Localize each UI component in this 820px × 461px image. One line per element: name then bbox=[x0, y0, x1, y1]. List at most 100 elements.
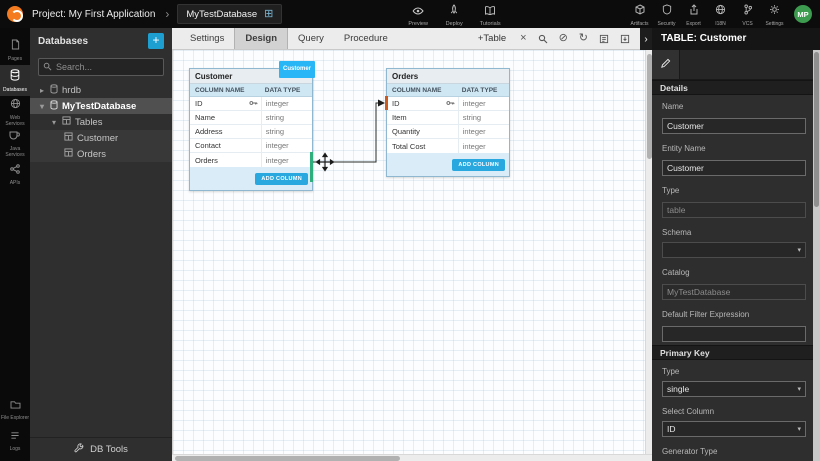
tree-item-label: Tables bbox=[75, 117, 102, 128]
name-field[interactable] bbox=[662, 118, 806, 134]
disable-icon[interactable]: ⊘ bbox=[559, 33, 568, 44]
caret-down-icon[interactable]: ▾ bbox=[38, 102, 46, 111]
tab-settings[interactable]: Settings bbox=[180, 28, 234, 49]
caret-down-icon[interactable]: ▾ bbox=[50, 118, 58, 127]
shield-icon bbox=[662, 2, 672, 20]
settings-button[interactable]: Settings bbox=[761, 2, 788, 27]
deploy-button[interactable]: Deploy bbox=[436, 2, 472, 27]
pk-type-label: Type bbox=[662, 367, 806, 377]
column-row-name[interactable]: Name string bbox=[190, 111, 312, 125]
gear-icon bbox=[769, 2, 780, 20]
user-avatar[interactable]: MP bbox=[794, 5, 812, 23]
add-column-button[interactable]: ADD COLUMN bbox=[452, 159, 505, 171]
chevron-down-icon: ▾ bbox=[797, 385, 801, 393]
table-card-header[interactable]: Orders bbox=[387, 69, 509, 84]
entity-name-label: Entity Name bbox=[662, 144, 806, 154]
pk-type-select[interactable]: single ▾ bbox=[662, 381, 806, 397]
tree-item-hrdb[interactable]: ▸ hrdb bbox=[30, 82, 172, 98]
table-card-customer[interactable]: Customer Customer COLUMN NAME DATA TYPE … bbox=[189, 68, 313, 191]
tab-design[interactable]: Design bbox=[234, 28, 288, 49]
table-card-orders[interactable]: Orders COLUMN NAME DATA TYPE ID integer … bbox=[386, 68, 510, 177]
column-row-item[interactable]: Item string bbox=[387, 111, 509, 125]
section-header-details: Details bbox=[652, 80, 820, 95]
export-label: Export bbox=[686, 21, 700, 27]
caret-right-icon[interactable]: ▸ bbox=[38, 86, 46, 95]
java-services-label: Java Services bbox=[0, 147, 30, 158]
column-name: ID bbox=[195, 99, 203, 108]
delete-icon[interactable]: × bbox=[520, 33, 526, 44]
security-button[interactable]: Security bbox=[653, 2, 680, 27]
name-label: Name bbox=[662, 102, 806, 112]
column-row-orders[interactable]: Orders integer bbox=[190, 153, 312, 167]
databases-label: Databases bbox=[3, 88, 27, 94]
tree-item-tables[interactable]: ▾ Tables bbox=[30, 114, 172, 130]
select-column-value: ID bbox=[667, 424, 676, 434]
grid-view-icon[interactable]: ⊞ bbox=[264, 9, 273, 20]
import-schema-icon[interactable] bbox=[620, 34, 630, 44]
tab-query[interactable]: Query bbox=[288, 28, 334, 49]
column-row-contact[interactable]: Contact integer bbox=[190, 139, 312, 153]
column-row-id[interactable]: ID integer bbox=[190, 97, 312, 111]
sidebar-item-file-explorer[interactable]: File Explorer bbox=[0, 393, 30, 424]
add-column-button[interactable]: ADD COLUMN bbox=[255, 173, 308, 185]
topbar: Project: My First Application › MyTestDa… bbox=[0, 0, 820, 28]
column-row-total-cost[interactable]: Total Cost integer bbox=[387, 139, 509, 153]
tree-item-customer[interactable]: Customer bbox=[30, 130, 172, 146]
i18n-button[interactable]: I18N bbox=[707, 2, 734, 27]
deploy-label: Deploy bbox=[446, 21, 463, 27]
sidebar-item-web-services[interactable]: Web Services bbox=[0, 96, 30, 127]
preview-button[interactable]: Preview bbox=[400, 2, 436, 27]
sidebar-item-databases[interactable]: Databases bbox=[0, 65, 30, 96]
sidebar-item-apis[interactable]: APIs bbox=[0, 158, 30, 189]
export-schema-icon[interactable] bbox=[599, 34, 609, 44]
entity-name-field[interactable] bbox=[662, 160, 806, 176]
column-type: integer bbox=[261, 153, 312, 167]
column-type: integer bbox=[458, 125, 509, 138]
primary-key-icon bbox=[446, 99, 455, 108]
vcs-label: VCS bbox=[742, 21, 752, 27]
artifacts-button[interactable]: Artifacts bbox=[626, 2, 653, 27]
column-row-address[interactable]: Address string bbox=[190, 125, 312, 139]
export-button[interactable]: Export bbox=[680, 2, 707, 27]
section-header-primary-key: Primary Key bbox=[652, 345, 820, 360]
scrollbar-thumb[interactable] bbox=[175, 456, 400, 461]
search-icon[interactable] bbox=[538, 34, 548, 44]
database-icon bbox=[10, 68, 20, 86]
db-search-input[interactable] bbox=[38, 58, 164, 76]
column-row-id[interactable]: ID integer bbox=[387, 97, 509, 111]
properties-panel-title: TABLE: Customer bbox=[652, 28, 820, 50]
refresh-icon[interactable]: ↻ bbox=[579, 33, 588, 44]
rocket-icon bbox=[449, 2, 459, 20]
move-crosshair-icon bbox=[317, 154, 334, 171]
table-card-header[interactable]: Customer Customer bbox=[190, 69, 312, 84]
foreign-key-marker bbox=[385, 96, 388, 110]
db-tools-button[interactable]: DB Tools bbox=[30, 437, 172, 461]
er-design-canvas: Customer Customer COLUMN NAME DATA TYPE … bbox=[172, 50, 652, 454]
properties-scrollbar[interactable] bbox=[813, 50, 820, 461]
canvas-vertical-scrollbar[interactable] bbox=[645, 50, 652, 454]
wavemaker-logo-icon[interactable] bbox=[7, 6, 23, 22]
select-column-select[interactable]: ID ▾ bbox=[662, 421, 806, 437]
tree-item-mytestdatabase[interactable]: ▾ MyTestDatabase bbox=[30, 98, 172, 114]
table-icon bbox=[64, 132, 73, 144]
column-type: integer bbox=[261, 139, 312, 152]
relationship-source-handle[interactable] bbox=[310, 152, 313, 182]
scrollbar-thumb[interactable] bbox=[814, 52, 819, 207]
collapse-properties-button[interactable]: › bbox=[640, 28, 652, 50]
sidebar-item-logs[interactable]: Logs bbox=[0, 424, 30, 455]
open-database-tab[interactable]: MyTestDatabase ⊞ bbox=[177, 4, 282, 24]
column-type: integer bbox=[458, 97, 509, 110]
add-table-button[interactable]: +Table bbox=[478, 33, 506, 44]
canvas-horizontal-scrollbar[interactable] bbox=[172, 454, 652, 461]
tab-procedure[interactable]: Procedure bbox=[334, 28, 398, 49]
sidebar-item-pages[interactable]: Pages bbox=[0, 34, 30, 65]
vcs-button[interactable]: VCS bbox=[734, 2, 761, 27]
sidebar-item-java-services[interactable]: Java Services bbox=[0, 127, 30, 158]
tree-item-orders[interactable]: Orders bbox=[30, 146, 172, 162]
column-row-quantity[interactable]: Quantity integer bbox=[387, 125, 509, 139]
tutorials-button[interactable]: Tutorials bbox=[472, 2, 508, 27]
default-filter-expression-field[interactable] bbox=[662, 326, 806, 342]
schema-select[interactable]: ▾ bbox=[662, 242, 806, 258]
edit-tab[interactable] bbox=[652, 50, 680, 79]
add-database-button[interactable]: + bbox=[148, 33, 164, 49]
